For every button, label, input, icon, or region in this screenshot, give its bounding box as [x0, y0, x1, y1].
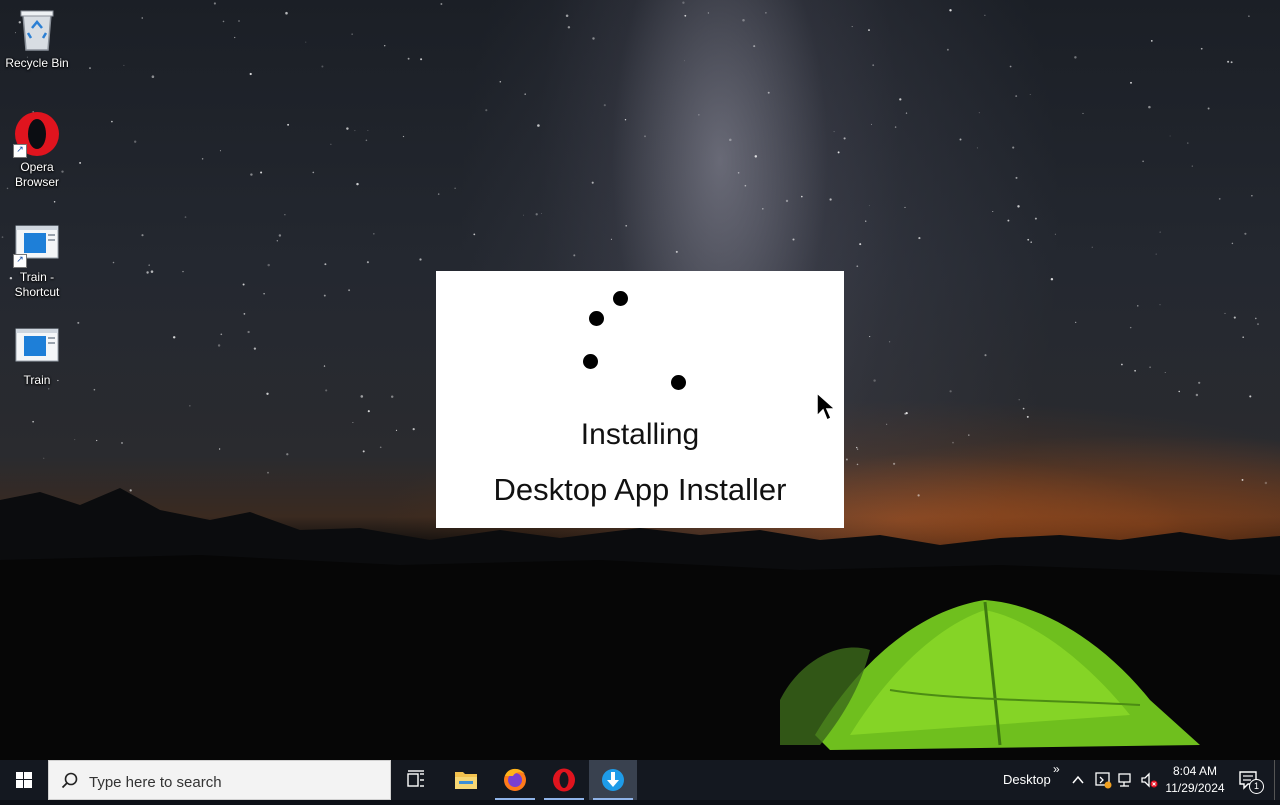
desktop-icon-label: Opera Browser	[14, 160, 59, 189]
opera-icon: ↗	[13, 110, 61, 158]
clock-time: 8:04 AM	[1172, 764, 1218, 778]
spinner-dot	[613, 291, 628, 306]
installer-window: Installing Desktop App Installer	[436, 271, 844, 528]
notification-count-badge: 1	[1249, 779, 1264, 794]
opera-icon	[553, 768, 575, 792]
action-center-button[interactable]: 1	[1232, 760, 1268, 800]
installer-app-name: Desktop App Installer	[493, 472, 787, 507]
desktop-icon-label: Train - Shortcut	[14, 270, 60, 299]
shortcut-arrow-icon: ↗	[13, 254, 27, 268]
desktop-icon-train[interactable]: Train	[0, 323, 74, 388]
desktop-icon-recycle-bin[interactable]: Recycle Bin	[0, 6, 74, 71]
desktop-icon-label: Recycle Bin	[5, 56, 69, 70]
clock-date: 11/29/2024	[1165, 781, 1225, 795]
app-installer-button[interactable]	[589, 760, 637, 800]
desktop-icon-train-shortcut[interactable]: ↗ Train - Shortcut	[0, 220, 74, 300]
app-window-icon: ↗	[13, 220, 61, 268]
search-input[interactable]	[87, 770, 381, 794]
task-view-icon	[407, 770, 424, 787]
firefox-button[interactable]	[491, 760, 539, 800]
app-installer-icon	[602, 769, 624, 791]
file-explorer-icon	[455, 772, 477, 789]
opera-taskbar-button[interactable]	[540, 760, 588, 800]
recycle-bin-icon	[13, 6, 61, 54]
toolbar-chevron-icon[interactable]: »	[1053, 762, 1060, 776]
show-desktop-button[interactable]	[1274, 760, 1280, 800]
desktop-icon-opera-browser[interactable]: ↗ Opera Browser	[0, 110, 74, 190]
network-icon[interactable]	[1117, 771, 1135, 789]
notification-icon	[1239, 771, 1257, 790]
firefox-icon	[504, 768, 526, 791]
file-explorer-button[interactable]	[442, 760, 490, 800]
installer-status: Installing	[580, 418, 700, 451]
taskbar: Desktop » 8:04 AM 11/29/2024 1	[0, 760, 1280, 800]
windows-logo-icon	[16, 772, 32, 788]
start-button[interactable]	[0, 760, 48, 800]
show-hidden-icons-chevron-icon[interactable]	[1070, 772, 1086, 788]
spinner-dot	[583, 354, 598, 369]
security-alert-icon[interactable]	[1094, 771, 1112, 789]
app-window-icon	[13, 323, 61, 371]
taskbar-search-box[interactable]	[48, 760, 391, 800]
shortcut-arrow-icon: ↗	[13, 144, 27, 158]
spinner-dot	[671, 375, 686, 390]
desktop-icon-label: Train	[23, 373, 51, 387]
taskbar-clock[interactable]: 8:04 AM 11/29/2024	[1160, 763, 1230, 797]
spinner-dot	[589, 311, 604, 326]
desktop-toolbar-label[interactable]: Desktop	[1003, 772, 1051, 787]
search-icon	[61, 772, 78, 789]
volume-muted-icon[interactable]	[1140, 771, 1158, 789]
task-view-button[interactable]	[392, 760, 440, 800]
mouse-cursor-icon	[816, 392, 837, 422]
